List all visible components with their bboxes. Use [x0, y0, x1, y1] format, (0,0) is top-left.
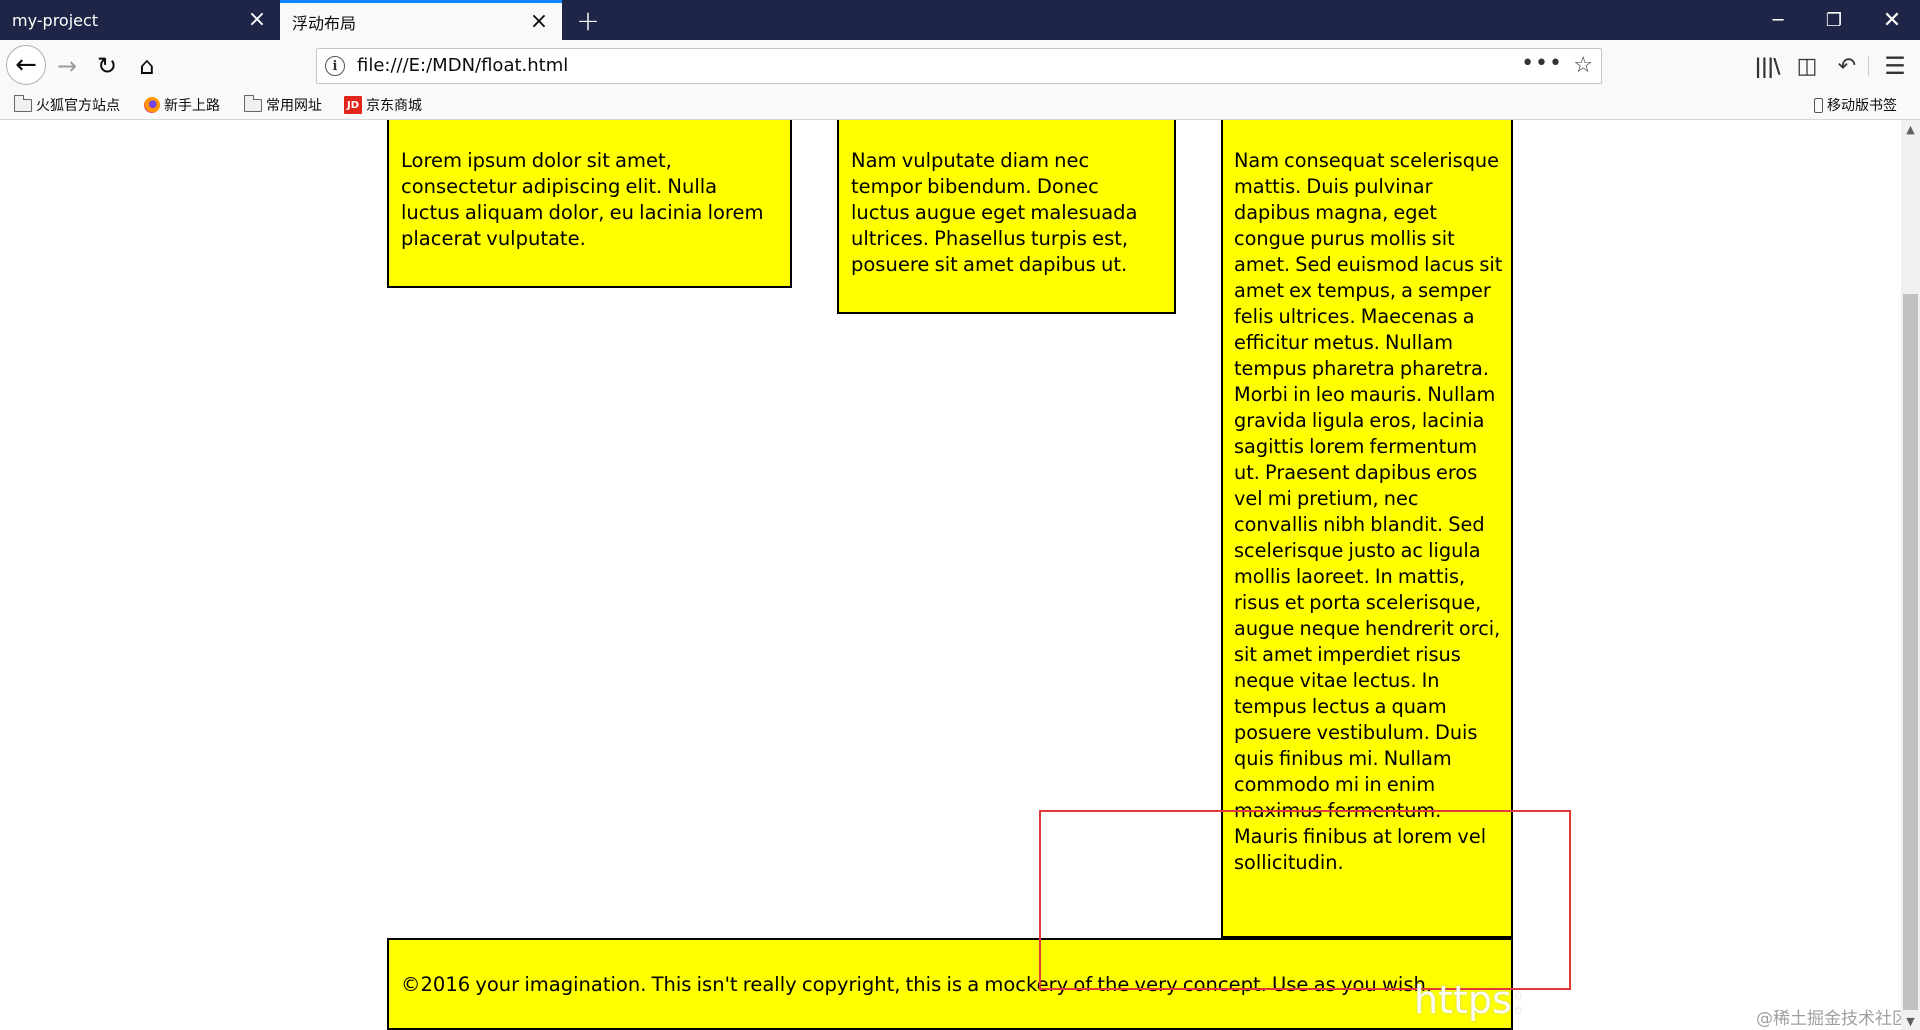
site-info-icon[interactable]: i	[325, 56, 345, 76]
firefox-icon	[144, 97, 160, 113]
back-icon[interactable]: ←	[6, 45, 46, 85]
column-three-text: Nam consequat scelerisque mattis. Duis p…	[1234, 149, 1503, 874]
folder-icon	[13, 94, 32, 112]
jd-icon: JD	[344, 96, 362, 114]
watermark-site: @稀土掘金技术社区	[1756, 1009, 1909, 1029]
page-footer: ©2016 your imagination. This isn't reall…	[387, 938, 1513, 1030]
column-two: Nam vulputate diam nec tempor bibendum. …	[837, 120, 1176, 314]
bookmark-label: 新手上路	[164, 98, 220, 114]
column-two-text: Nam vulputate diam nec tempor bibendum. …	[851, 149, 1138, 276]
page-actions-icon[interactable]: •••	[1521, 49, 1563, 83]
scrollbar-thumb[interactable]	[1903, 294, 1918, 1010]
mobile-bookmarks[interactable]: 移动版书签	[1814, 92, 1897, 118]
close-tab-icon[interactable]: ×	[246, 9, 268, 31]
page-viewport: Lorem ipsum dolor sit amet, consectetur …	[0, 120, 1920, 1030]
scroll-down-icon[interactable]: ▼	[1901, 1012, 1920, 1030]
footer-text: ©2016 your imagination. This isn't reall…	[401, 973, 1433, 996]
tab-my-project[interactable]: my-project ×	[0, 0, 280, 40]
library-icon[interactable]: |||\	[1748, 47, 1786, 85]
undo-icon[interactable]: ↶	[1828, 47, 1866, 85]
address-bar[interactable]: i file:///E:/MDN/float.html ••• ☆	[316, 48, 1602, 84]
home-icon[interactable]: ⌂	[128, 47, 166, 85]
bookmark-jd-mall[interactable]: JD 京东商城	[344, 92, 422, 118]
bookmark-common-sites[interactable]: 常用网址	[243, 92, 322, 118]
bookmark-getting-started[interactable]: 新手上路	[144, 92, 220, 118]
tab-label: my-project	[12, 10, 99, 30]
bookmarks-toolbar: 火狐官方站点 新手上路 常用网址 JD 京东商城 移动版书签	[0, 92, 1920, 120]
column-one: Lorem ipsum dolor sit amet, consectetur …	[387, 120, 792, 288]
restore-icon[interactable]: ❐	[1806, 0, 1862, 40]
close-window-icon[interactable]: ✕	[1864, 0, 1920, 40]
mobile-bookmarks-label: 移动版书签	[1827, 98, 1897, 114]
bookmark-label: 常用网址	[266, 98, 322, 114]
minimize-icon[interactable]: ─	[1750, 0, 1806, 40]
close-tab-icon[interactable]: ×	[528, 10, 550, 33]
phone-icon	[1814, 97, 1823, 113]
scroll-up-icon[interactable]: ▲	[1901, 120, 1920, 138]
navigation-toolbar: ← → ↻ ⌂ i file:///E:/MDN/float.html ••• …	[0, 40, 1920, 92]
column-one-text: Lorem ipsum dolor sit amet, consectetur …	[401, 149, 764, 250]
sidebar-icon[interactable]: ◫	[1788, 47, 1826, 85]
tab-label: 浮动布局	[292, 13, 357, 33]
browser-window: my-project × 浮动布局 × + ─ ❐ ✕ ← → ↻ ⌂ i fi…	[0, 0, 1920, 1030]
column-three: Nam consequat scelerisque mattis. Duis p…	[1221, 120, 1513, 938]
tab-strip: my-project × 浮动布局 × + ─ ❐ ✕	[0, 0, 1920, 40]
tab-float-layout[interactable]: 浮动布局 ×	[280, 0, 562, 40]
menu-icon[interactable]: ☰	[1876, 47, 1914, 85]
forward-icon[interactable]: →	[48, 47, 86, 85]
new-tab-icon[interactable]: +	[568, 0, 608, 40]
reload-icon[interactable]: ↻	[88, 47, 126, 85]
bookmark-firefox-site[interactable]: 火狐官方站点	[13, 92, 120, 118]
toolbar-divider	[1868, 56, 1869, 76]
bookmark-star-icon[interactable]: ☆	[1573, 49, 1593, 83]
folder-icon	[243, 94, 262, 112]
bookmark-label: 京东商城	[366, 98, 422, 114]
url-text[interactable]: file:///E:/MDN/float.html	[357, 49, 568, 83]
bookmark-label: 火狐官方站点	[36, 98, 120, 114]
vertical-scrollbar[interactable]: ▲ ▼	[1901, 120, 1920, 1030]
